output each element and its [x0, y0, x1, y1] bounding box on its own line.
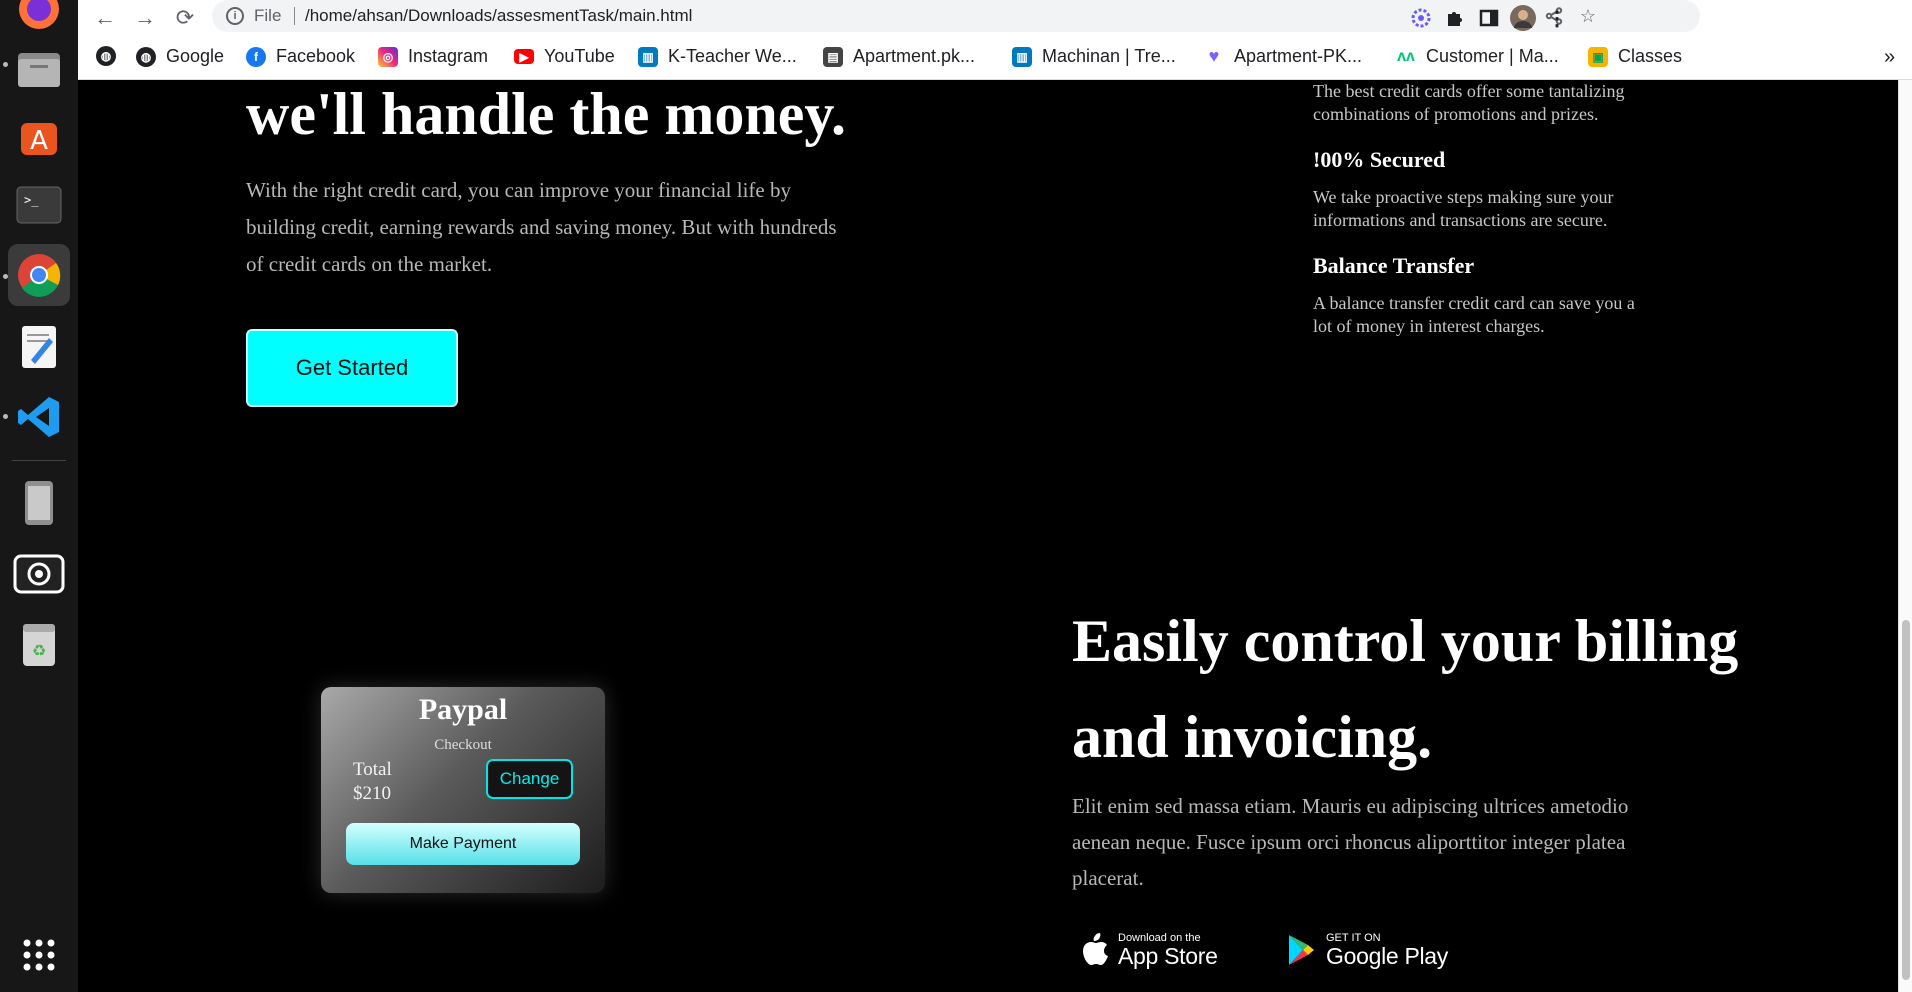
bookmark-k-teacher[interactable]: ▥ K-Teacher We...: [638, 46, 797, 67]
extensions-puzzle-icon[interactable]: [1440, 3, 1470, 33]
trello-icon: ▥: [1012, 46, 1032, 67]
feature-text: We take proactive steps making sure your…: [1313, 187, 1614, 230]
google-play-icon: [1289, 935, 1314, 965]
app-grid-icon[interactable]: [8, 924, 70, 986]
bookmark-item[interactable]: ◍: [96, 46, 126, 66]
total-label: Total: [353, 759, 392, 780]
hero-text: With the right credit card, you can impr…: [246, 178, 837, 276]
payment-card: Paypal Checkout Total $210 Change Make P…: [321, 687, 605, 893]
dock-separator: [12, 460, 66, 461]
bookmark-apartment-pk[interactable]: ▤ Apartment.pk...: [823, 46, 975, 67]
back-arrow-icon[interactable]: ←: [90, 3, 120, 33]
bookmark-classes[interactable]: ▣ Classes: [1588, 46, 1682, 67]
feature-text: The best credit cards offer some tantali…: [1313, 81, 1625, 124]
apple-icon: [1083, 933, 1108, 965]
bookmark-google[interactable]: ◍ Google: [136, 46, 224, 67]
page-scrollbar[interactable]: [1898, 80, 1912, 992]
chrome-icon[interactable]: [8, 244, 70, 306]
ubuntu-dock: A >_ ♻: [0, 0, 78, 992]
google-play-big: Google Play: [1326, 943, 1448, 969]
bookmark-label: Apartment.pk...: [853, 46, 976, 66]
terminal-icon[interactable]: >_: [8, 174, 70, 236]
payment-card-title: Paypal: [418, 693, 508, 726]
instagram-icon: ◎: [378, 46, 398, 67]
browser-toolbar: ← → ⟳ i File /home/ahsan/Downloads/asses…: [78, 0, 1912, 36]
globe-icon: ◍: [96, 46, 116, 66]
billing-text: Elit enim sed massa etiam. Mauris eu adi…: [1072, 794, 1629, 890]
bookmark-label: Instagram: [408, 46, 489, 66]
scheme-label: File: [254, 6, 282, 25]
bookmark-label: Facebook: [276, 46, 356, 66]
bookmark-label: K-Teacher We...: [668, 46, 797, 66]
bookmarks-bar: ◍ ◍ Google f Facebook ◎ Instagram ▶ YouT…: [78, 36, 1912, 80]
bookmark-label: Classes: [1618, 46, 1683, 66]
firefox-icon[interactable]: [8, 0, 70, 40]
get-started-button[interactable]: Get Started: [246, 329, 458, 407]
facebook-icon: f: [246, 46, 266, 67]
svg-text:A: A: [30, 126, 48, 156]
bookmark-instagram[interactable]: ◎ Instagram: [378, 46, 488, 67]
trello-icon: ▥: [638, 46, 658, 67]
bookmark-label: YouTube: [544, 46, 615, 66]
bookmark-facebook[interactable]: f Facebook: [246, 46, 355, 67]
hero-title: we'll handle the money.: [246, 81, 847, 147]
trash-icon[interactable]: ♻: [8, 614, 70, 676]
change-button[interactable]: Change: [486, 759, 573, 799]
forward-arrow-icon[interactable]: →: [130, 3, 160, 33]
phone-icon[interactable]: [8, 472, 70, 534]
bookmark-label: Customer | Ma...: [1426, 46, 1559, 66]
side-panel-icon[interactable]: [1474, 3, 1504, 33]
screenshot-icon[interactable]: [8, 542, 70, 604]
bookmark-label: Apartment-PK...: [1234, 46, 1363, 66]
feature-title: !00% Secured: [1313, 147, 1446, 172]
info-icon[interactable]: i: [226, 7, 244, 25]
software-center-icon[interactable]: A: [8, 106, 70, 168]
payment-total: Total $210: [353, 758, 392, 806]
app-store-big: App Store: [1118, 943, 1218, 969]
bookmark-apartment-pk-2[interactable]: ♥ Apartment-PK...: [1204, 46, 1362, 67]
bookmark-star-icon[interactable]: ☆: [1576, 4, 1600, 28]
feature-text: A balance transfer credit card can save …: [1313, 293, 1635, 336]
feature-title: Balance Transfer: [1313, 253, 1475, 278]
make-payment-button[interactable]: Make Payment: [346, 823, 580, 865]
menu-kebab-icon[interactable]: ⋮: [1542, 3, 1572, 33]
globe-icon: ◍: [136, 46, 156, 67]
scrollbar-thumb[interactable]: [1902, 620, 1910, 980]
monday-icon: ʌʌ: [1397, 47, 1415, 65]
omnibox-divider: [294, 7, 295, 25]
url-text[interactable]: /home/ahsan/Downloads/assesmentTask/main…: [305, 6, 692, 26]
vscode-icon[interactable]: [8, 386, 70, 448]
svg-text:>_: >_: [24, 193, 39, 207]
bookmark-label: Google: [166, 46, 225, 66]
app-store-badge[interactable]: Download on the App Store: [1080, 932, 1218, 968]
bookmark-customer[interactable]: ʌʌ Customer | Ma...: [1396, 46, 1559, 67]
bookmark-youtube[interactable]: ▶ YouTube: [514, 46, 615, 67]
billing-title: Easily control your billing and invoicin…: [1072, 608, 1739, 770]
svg-text:♻: ♻: [32, 641, 46, 660]
total-value: $210: [353, 783, 391, 804]
payment-card-subtitle: Checkout: [434, 737, 492, 753]
text-editor-icon[interactable]: [8, 316, 70, 378]
youtube-icon: ▶: [514, 49, 534, 64]
bookmark-label: Machinan | Tre...: [1042, 46, 1176, 66]
reload-icon[interactable]: ⟳: [170, 3, 200, 33]
google-play-badge[interactable]: GET IT ON Google Play: [1286, 932, 1448, 968]
extension-gear-icon[interactable]: [1406, 3, 1436, 33]
classroom-icon: ▣: [1588, 46, 1608, 67]
page-viewport: we'll handle the money. With the right c…: [78, 80, 1898, 992]
bookmark-machinan[interactable]: ▥ Machinan | Tre...: [1012, 46, 1176, 67]
bookmarks-overflow-button[interactable]: »: [1884, 46, 1895, 69]
doc-icon: ▤: [823, 46, 843, 67]
files-icon[interactable]: [8, 38, 70, 100]
google-play-text: GET IT ON Google Play: [1326, 932, 1448, 968]
profile-avatar[interactable]: [1508, 3, 1538, 33]
heart-icon: ♥: [1208, 46, 1220, 66]
app-store-text: Download on the App Store: [1118, 932, 1218, 968]
